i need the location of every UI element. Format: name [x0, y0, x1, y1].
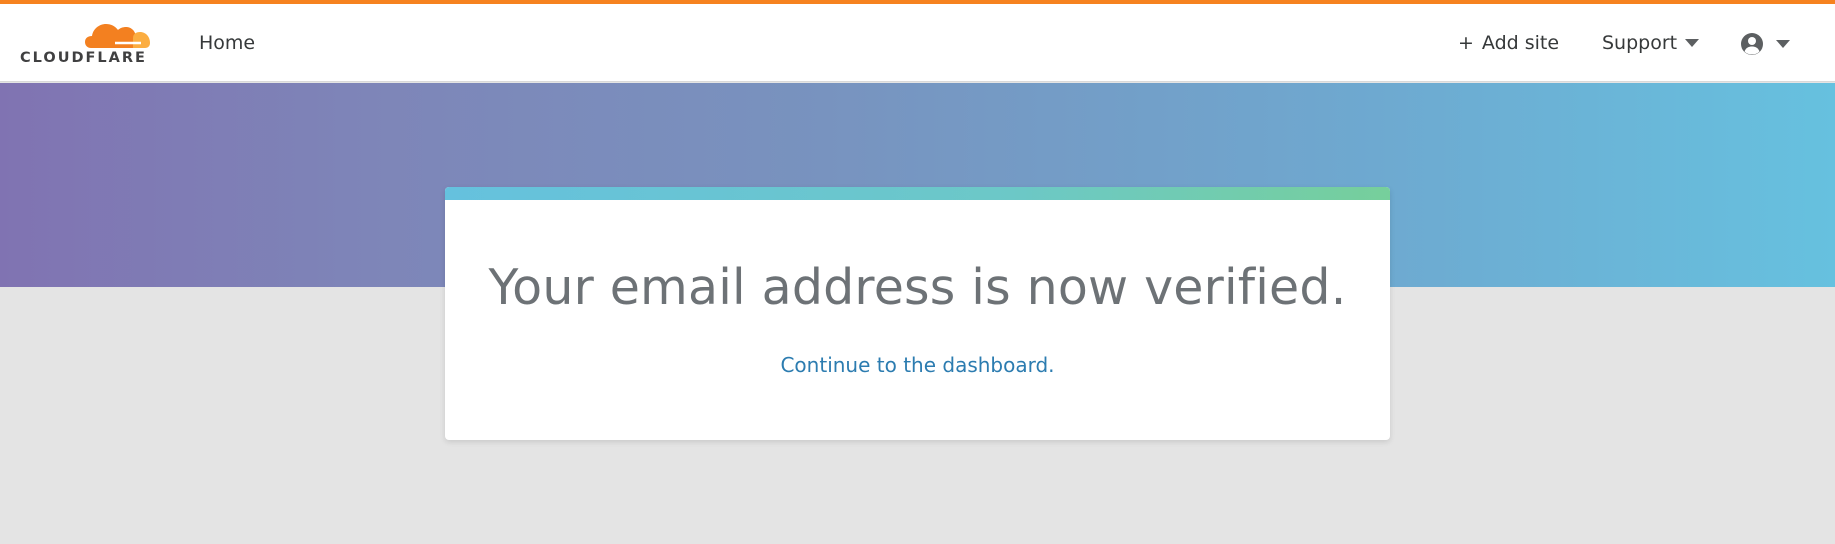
cloud-logo-icon — [85, 24, 150, 48]
support-label: Support — [1602, 32, 1678, 54]
add-site-button[interactable]: + Add site — [1458, 32, 1559, 54]
add-site-label: Add site — [1481, 32, 1560, 54]
card-accent-bar — [445, 187, 1390, 200]
verification-message: Your email address is now verified. — [488, 259, 1347, 316]
verification-card: Your email address is now verified. Cont… — [445, 187, 1390, 440]
top-navbar: CLOUDFLARE Home + Add site Support — [0, 4, 1835, 82]
account-menu-button[interactable] — [1740, 32, 1790, 56]
support-dropdown[interactable]: Support — [1602, 32, 1700, 54]
logo-wordmark: CLOUDFLARE — [20, 50, 147, 66]
chevron-down-icon — [1685, 38, 1700, 47]
plus-icon: + — [1458, 32, 1474, 54]
nav-home-link[interactable]: Home — [199, 32, 255, 54]
chevron-down-icon — [1776, 40, 1790, 48]
user-circle-icon — [1741, 33, 1763, 55]
cloudflare-logo[interactable]: CLOUDFLARE — [20, 18, 156, 68]
continue-dashboard-link[interactable]: Continue to the dashboard. — [445, 353, 1390, 377]
